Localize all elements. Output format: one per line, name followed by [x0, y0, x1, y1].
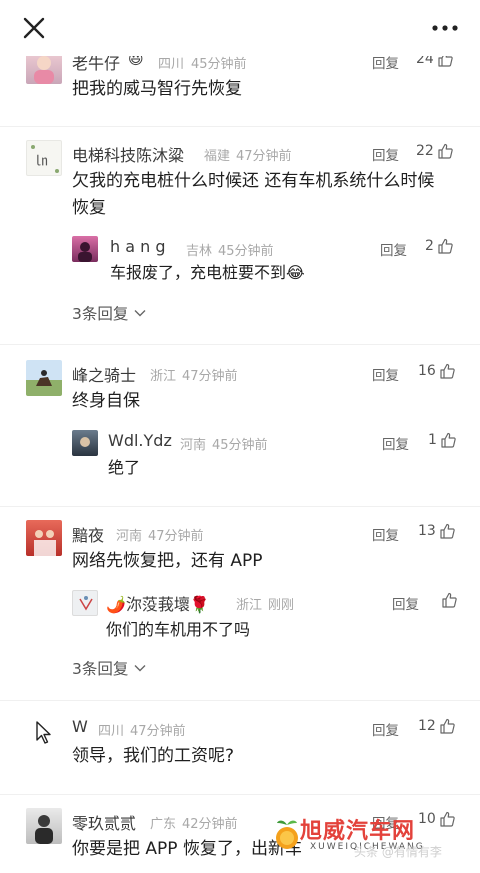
- thumbs-up-icon: [441, 432, 456, 448]
- reply-button[interactable]: 回复: [382, 433, 409, 453]
- reply-button[interactable]: 回复: [380, 239, 407, 259]
- like-button[interactable]: 16: [418, 363, 455, 379]
- more-dots-icon[interactable]: [432, 22, 458, 34]
- divider: [0, 700, 480, 701]
- user-name[interactable]: 峰之骑士: [72, 362, 136, 386]
- reply-text: 绝了: [108, 458, 141, 477]
- top-bar: [0, 0, 480, 56]
- thumbs-up-icon: [438, 143, 453, 159]
- more-replies-button[interactable]: 3条回复: [72, 657, 146, 679]
- reply-avatar[interactable]: [72, 430, 98, 456]
- avatar[interactable]: [26, 520, 62, 556]
- comment-text: 恢复: [72, 198, 106, 218]
- thumbs-up-icon: [440, 363, 455, 379]
- comment-time: 47分钟前: [130, 724, 186, 739]
- like-count: 12: [418, 718, 436, 734]
- user-region: 河南: [116, 529, 143, 544]
- like-count: 16: [418, 363, 436, 379]
- reply-user-name[interactable]: h a n g: [110, 237, 166, 256]
- thumbs-up-icon: [442, 592, 457, 608]
- avatar[interactable]: ㏑: [26, 140, 62, 176]
- reply-avatar[interactable]: [72, 236, 98, 262]
- like-count: 2: [425, 238, 434, 254]
- like-button[interactable]: 2: [425, 238, 453, 254]
- like-button[interactable]: 13: [418, 523, 455, 539]
- like-button[interactable]: [438, 592, 457, 608]
- orange-logo-icon: [276, 820, 298, 849]
- chevron-down-icon: [134, 665, 146, 672]
- comment-time: 42分钟前: [182, 817, 238, 832]
- comment-text: 你要是把 APP 恢复了，出新车: [72, 839, 302, 859]
- more-replies-label: 3条回复: [72, 305, 129, 323]
- user-region: 广东: [150, 817, 177, 832]
- thumbs-up-icon: [438, 238, 453, 254]
- chevron-down-icon: [134, 310, 146, 317]
- avatar[interactable]: [26, 360, 62, 396]
- watermark: 旭威汽车网 XUWEIQICHEWANG 头条 @有情有李: [270, 807, 470, 867]
- divider: [0, 506, 480, 507]
- like-button[interactable]: 1: [428, 432, 456, 448]
- reply-avatar[interactable]: [72, 590, 98, 616]
- reply-user-name[interactable]: Wdl.Ydz: [108, 431, 172, 450]
- divider: [0, 344, 480, 345]
- user-name[interactable]: W: [72, 717, 88, 736]
- reply-region: 浙江: [236, 598, 263, 613]
- comment-text: 把我的威马智行先恢复: [72, 79, 242, 99]
- user-region: 浙江: [150, 369, 177, 384]
- user-region: 四川: [98, 724, 125, 739]
- comment-time: 47分钟前: [182, 369, 238, 384]
- reply-text: 车报废了，充电桩要不到😂: [110, 263, 305, 282]
- reply-time: 刚刚: [268, 598, 295, 613]
- reply-button[interactable]: 回复: [372, 719, 399, 739]
- comment-text: 领导，我们的工资呢?: [72, 746, 235, 766]
- reply-region: 河南: [180, 438, 207, 453]
- comment-text: 网络先恢复把，还有 APP: [72, 551, 263, 571]
- comment-text: 欠我的充电桩什么时候还 还有车机系统什么时候: [72, 171, 435, 191]
- watermark-source: 头条 @有情有李: [354, 845, 442, 859]
- reply-text: 你们的车机用不了吗: [106, 620, 251, 639]
- user-region: 福建: [204, 149, 231, 164]
- reply-button[interactable]: 回复: [372, 144, 399, 164]
- cursor-avatar-icon[interactable]: [34, 720, 54, 746]
- comment-text: 终身自保: [72, 391, 140, 411]
- divider: [0, 794, 480, 795]
- reply-time: 45分钟前: [218, 244, 274, 259]
- svg-text:㏑: ㏑: [35, 154, 48, 169]
- close-icon[interactable]: [22, 16, 46, 40]
- like-count: 1: [428, 432, 437, 448]
- thumbs-up-icon: [440, 523, 455, 539]
- more-replies-label: 3条回复: [72, 660, 129, 678]
- like-count: 13: [418, 523, 436, 539]
- comment-time: 47分钟前: [148, 529, 204, 544]
- user-name[interactable]: 黯夜: [72, 522, 104, 546]
- like-button[interactable]: 12: [418, 718, 455, 734]
- reply-user-name[interactable]: 🌶️沵莈莪壞🌹: [106, 591, 210, 615]
- like-count: 22: [416, 143, 434, 159]
- like-button[interactable]: 22: [416, 143, 453, 159]
- user-name[interactable]: 电梯科技陈沐粱: [72, 142, 184, 166]
- comment-time: 47分钟前: [236, 149, 292, 164]
- divider: [0, 126, 480, 127]
- reply-time: 45分钟前: [212, 438, 268, 453]
- avatar[interactable]: [26, 808, 62, 844]
- reply-region: 吉林: [186, 244, 213, 259]
- thumbs-up-icon: [440, 718, 455, 734]
- more-replies-button[interactable]: 3条回复: [72, 302, 146, 324]
- reply-button[interactable]: 回复: [392, 593, 419, 613]
- reply-button[interactable]: 回复: [372, 524, 399, 544]
- reply-button[interactable]: 回复: [372, 364, 399, 384]
- watermark-title: 旭威汽车网: [300, 818, 416, 844]
- user-name[interactable]: 零玖贰贰: [72, 810, 136, 834]
